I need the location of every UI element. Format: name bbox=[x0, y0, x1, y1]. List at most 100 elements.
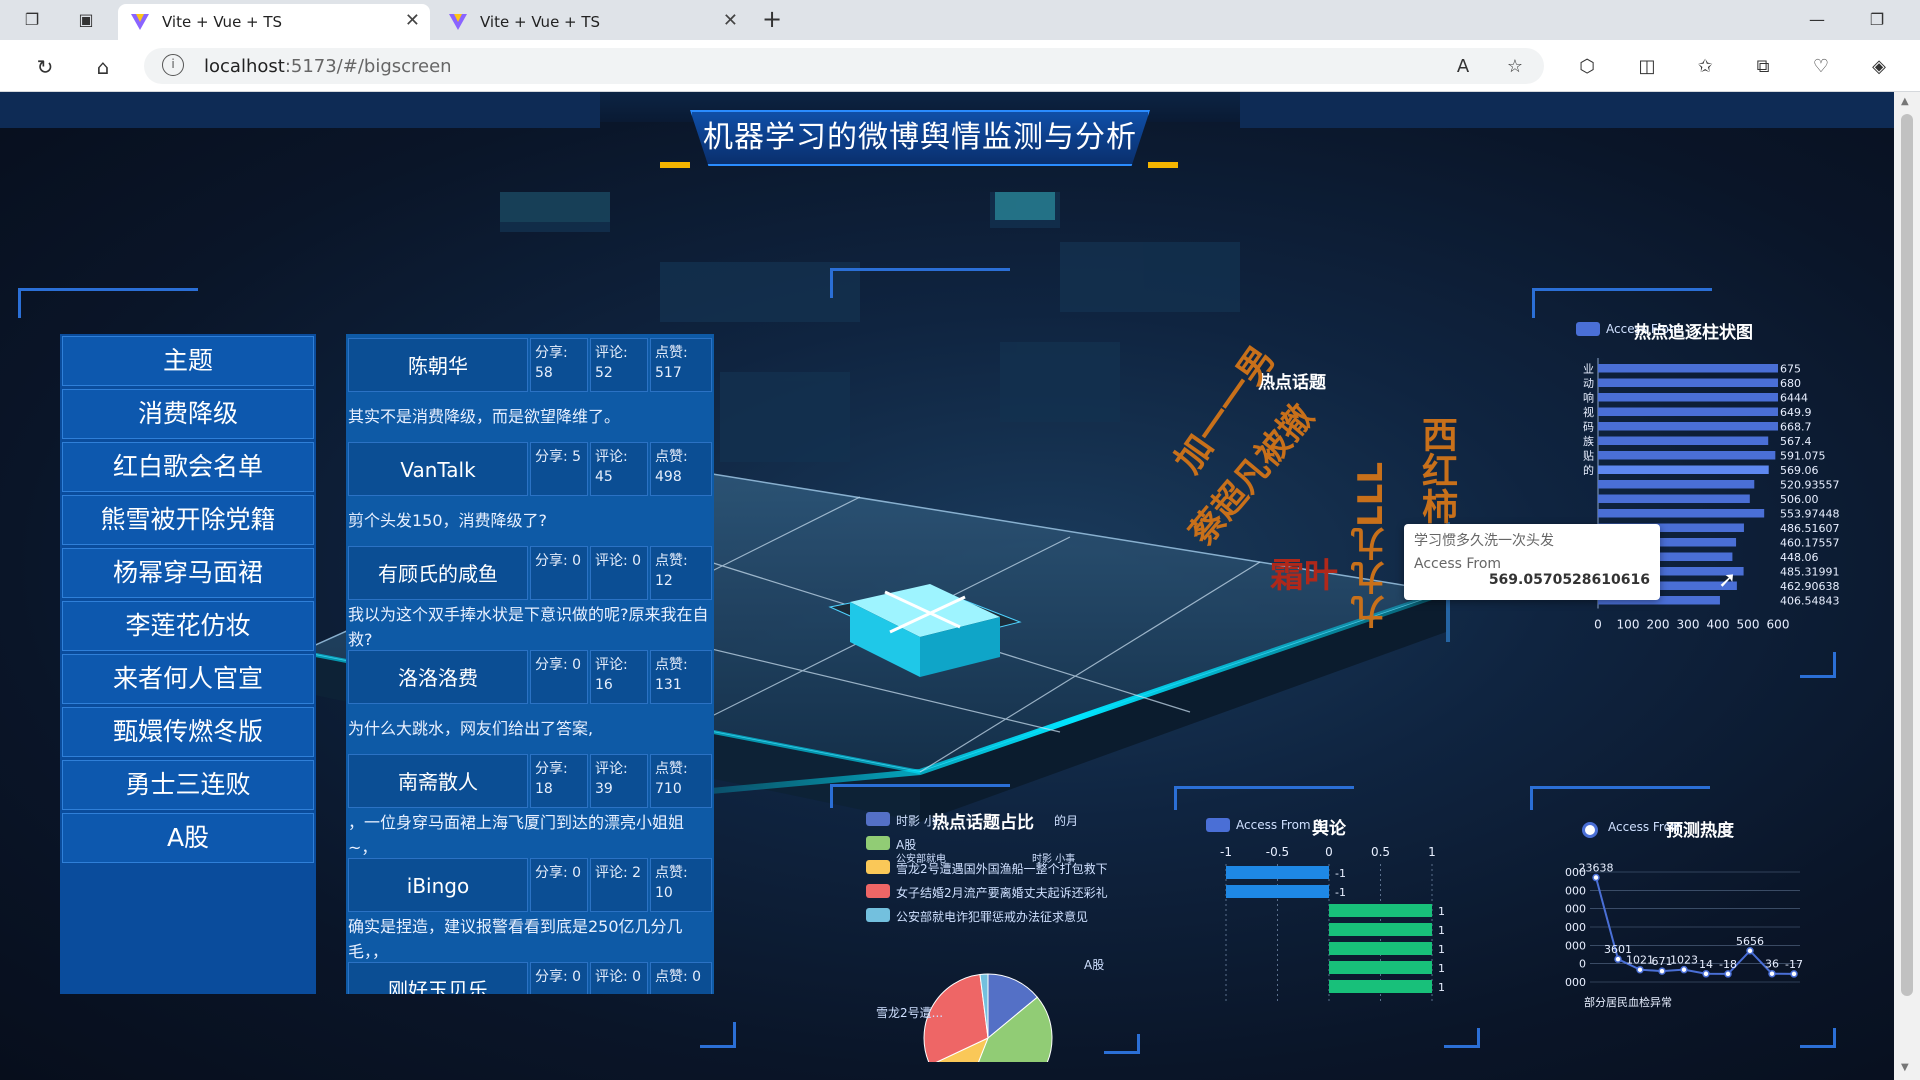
close-tab-icon[interactable]: ✕ bbox=[405, 10, 420, 31]
topic-item[interactable]: 熊雪被开除党籍 bbox=[62, 495, 314, 545]
bar-value-label: 553.97448 bbox=[1780, 508, 1840, 521]
favorite-star-icon[interactable]: ☆ bbox=[1500, 52, 1530, 82]
topic-item[interactable]: 李莲花仿妆 bbox=[62, 601, 314, 651]
reload-icon[interactable]: ↻ bbox=[30, 52, 60, 82]
topic-item[interactable]: 勇士三连败 bbox=[62, 760, 314, 810]
legend-label[interactable]: 雪龙2号遭遇国外国渔船一整个打包救下 bbox=[896, 860, 1108, 877]
data-point[interactable] bbox=[1636, 965, 1644, 974]
restore-icon[interactable]: ❐ bbox=[1854, 6, 1900, 34]
legend-label[interactable]: 公安部就电诈犯罪惩戒办法征求意见 bbox=[896, 908, 1088, 925]
bar[interactable] bbox=[1598, 436, 1769, 446]
word-cloud-word[interactable]: 九九九LLL bbox=[1346, 462, 1395, 629]
post-author[interactable]: 洛洛洛费 bbox=[348, 650, 528, 704]
scrollbar-thumb[interactable] bbox=[1901, 114, 1913, 996]
favorites-icon[interactable]: ✩ bbox=[1690, 52, 1720, 82]
extensions-icon[interactable]: ⬡ bbox=[1572, 52, 1602, 82]
post-author[interactable]: iBingo bbox=[348, 858, 528, 912]
new-tab-button[interactable]: + bbox=[758, 6, 786, 34]
split-screen-icon[interactable]: ◫ bbox=[1632, 52, 1662, 82]
bar[interactable] bbox=[1329, 980, 1432, 993]
legend-swatch[interactable] bbox=[866, 884, 890, 898]
data-point[interactable] bbox=[1768, 969, 1776, 978]
pie-chart[interactable] bbox=[860, 932, 1120, 1062]
legend-swatch[interactable] bbox=[1206, 818, 1230, 832]
x-tick-label: 500 bbox=[1737, 618, 1760, 632]
word-cloud-word[interactable]: 霜叶 bbox=[1270, 548, 1338, 597]
tooltip-value: 569.0570528610616 bbox=[1488, 572, 1650, 588]
data-point[interactable] bbox=[1790, 970, 1798, 978]
close-tab-icon[interactable]: ✕ bbox=[723, 10, 738, 31]
data-point[interactable] bbox=[1592, 873, 1600, 882]
collections-icon[interactable]: ⧉ bbox=[1748, 52, 1778, 82]
data-point[interactable] bbox=[1614, 955, 1622, 963]
bar[interactable] bbox=[1329, 904, 1432, 917]
post-author[interactable]: 南斋散人 bbox=[348, 754, 528, 808]
x-tick-label: 200 bbox=[1647, 618, 1670, 632]
workspaces-icon[interactable]: ❐ bbox=[20, 8, 44, 32]
data-point[interactable] bbox=[1724, 970, 1732, 978]
data-point[interactable] bbox=[1746, 947, 1754, 955]
post-author[interactable]: 陈朝华 bbox=[348, 338, 528, 392]
legend-swatch[interactable] bbox=[1582, 822, 1598, 838]
topic-item[interactable]: 消费降级 bbox=[62, 389, 314, 439]
post-author[interactable]: 刚好玉贝乐 bbox=[348, 962, 528, 994]
hot-bar-chart[interactable]: 675 业 680 动 6444 响 649.9 视 668.7 码 567.4 族 591.075 贴 5… bbox=[1560, 352, 1840, 652]
x-tick-label: 0.5 bbox=[1371, 845, 1390, 859]
minimize-icon[interactable]: — bbox=[1794, 6, 1840, 34]
scroll-up-icon[interactable]: ▲ bbox=[1901, 96, 1909, 107]
bar[interactable] bbox=[1226, 866, 1329, 879]
pie-legend: 时影 小 的月 A股 公安部就电 时影 小事 雪龙2号遭遇国外国渔船一整个打包救… bbox=[866, 810, 1146, 940]
bar[interactable] bbox=[1226, 885, 1329, 898]
point-label: 14 bbox=[1699, 958, 1713, 971]
bar[interactable] bbox=[1598, 407, 1778, 417]
bar[interactable] bbox=[1598, 393, 1778, 402]
y-tick-label: 000 bbox=[1565, 921, 1586, 934]
post-list[interactable]: 陈朝华 分享: 58 评论: 52 点赞: 517 其实不是消费降级，而是欲望降… bbox=[346, 334, 714, 994]
post-author[interactable]: 有顾氏的咸鱼 bbox=[348, 546, 528, 600]
bar[interactable] bbox=[1598, 480, 1755, 489]
legend-swatch[interactable] bbox=[1576, 322, 1600, 336]
legend-label[interactable]: Access From bbox=[1236, 818, 1311, 832]
read-aloud-icon[interactable]: A bbox=[1448, 52, 1478, 82]
url-field[interactable]: i localhost:5173/#/bigscreen bbox=[144, 48, 1544, 84]
header-decoration bbox=[660, 162, 690, 168]
site-info-icon[interactable]: i bbox=[162, 54, 184, 76]
forecast-chart[interactable]: 000000000000000000023638360110216711023 1… bbox=[1560, 852, 1830, 1022]
legend-swatch[interactable] bbox=[866, 908, 890, 922]
data-point[interactable] bbox=[1680, 965, 1688, 974]
bar[interactable] bbox=[1598, 422, 1778, 431]
bar[interactable] bbox=[1598, 378, 1778, 388]
bar[interactable] bbox=[1598, 509, 1765, 518]
frame-corner bbox=[1800, 1028, 1836, 1048]
topic-item[interactable]: 甄嬛传燃冬版 bbox=[62, 707, 314, 757]
post-author[interactable]: VanTalk bbox=[348, 442, 528, 496]
opinion-chart[interactable]: -1 -0.5 0 0.5 1 -1 -1 1 1 1 1 1 bbox=[1200, 842, 1450, 1012]
home-icon[interactable]: ⌂ bbox=[88, 52, 118, 82]
topic-item[interactable]: A股 bbox=[62, 813, 314, 863]
page-scrollbar[interactable]: ▲ ▼ bbox=[1894, 92, 1920, 1080]
browser-tab-active[interactable]: Vite + Vue + TS ✕ bbox=[118, 4, 430, 40]
bar[interactable] bbox=[1598, 465, 1769, 475]
bar[interactable] bbox=[1329, 942, 1432, 955]
legend-swatch[interactable] bbox=[866, 860, 890, 874]
browser-essentials-icon[interactable]: ♡ bbox=[1806, 52, 1836, 82]
post-comment-count: 评论: 0 bbox=[590, 962, 648, 994]
legend-swatch[interactable] bbox=[866, 836, 890, 850]
bar[interactable] bbox=[1598, 494, 1750, 504]
legend-label[interactable]: 女子结婚2月流产要离婚丈夫起诉还彩礼 bbox=[896, 884, 1108, 901]
bar[interactable] bbox=[1598, 451, 1776, 460]
bar[interactable] bbox=[1598, 364, 1778, 373]
bar[interactable] bbox=[1329, 961, 1432, 974]
tab-actions-icon[interactable]: ▣ bbox=[74, 8, 98, 32]
topic-item[interactable]: 杨幂穿马面裙 bbox=[62, 548, 314, 598]
topic-item[interactable]: 红白歌会名单 bbox=[62, 442, 314, 492]
legend-label[interactable]: 时影 小 bbox=[896, 812, 936, 829]
topic-item[interactable]: 来者何人官宣 bbox=[62, 654, 314, 704]
browser-tab[interactable]: Vite + Vue + TS ✕ bbox=[436, 4, 748, 40]
bar[interactable] bbox=[1329, 923, 1432, 936]
data-point[interactable] bbox=[1702, 970, 1710, 978]
copilot-icon[interactable]: ◈ bbox=[1864, 52, 1894, 82]
scroll-down-icon[interactable]: ▼ bbox=[1901, 1062, 1909, 1073]
data-point[interactable] bbox=[1658, 967, 1666, 975]
legend-swatch[interactable] bbox=[866, 812, 890, 826]
